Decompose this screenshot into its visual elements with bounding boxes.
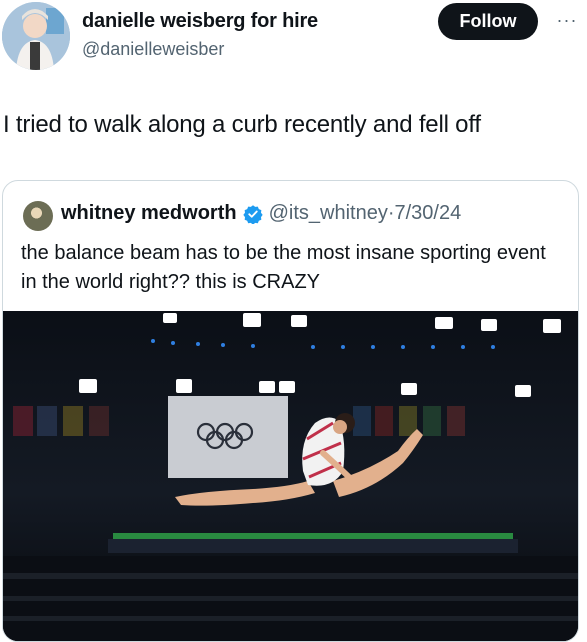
quoted-post-image[interactable] xyxy=(3,311,578,641)
profile-photo-icon xyxy=(2,2,70,70)
quoted-post-header: whitney medworth @its_whitney · 7/30/24 xyxy=(61,202,461,225)
quoted-author-handle[interactable]: @its_whitney xyxy=(269,202,388,225)
meta-separator: · xyxy=(387,202,395,224)
post-text: I tried to walk along a curb recently an… xyxy=(3,111,481,138)
author-avatar[interactable] xyxy=(2,2,70,70)
quoted-post-date[interactable]: 7/30/24 xyxy=(395,202,462,225)
quoted-post-text: the balance beam has to be the most insa… xyxy=(21,242,546,293)
more-options-button[interactable]: ··· xyxy=(552,10,582,32)
verified-badge-icon xyxy=(242,204,263,224)
quoted-author-name[interactable]: whitney medworth xyxy=(61,202,237,225)
follow-button[interactable]: Follow xyxy=(438,3,538,40)
gymnast-photo-icon xyxy=(3,311,578,641)
author-handle[interactable]: @danielleweisber xyxy=(82,39,224,60)
quoted-post-card[interactable]: whitney medworth @its_whitney · 7/30/24 … xyxy=(2,180,579,642)
quoted-author-avatar xyxy=(23,201,53,231)
author-display-name[interactable]: danielle weisberg for hire xyxy=(82,10,318,33)
